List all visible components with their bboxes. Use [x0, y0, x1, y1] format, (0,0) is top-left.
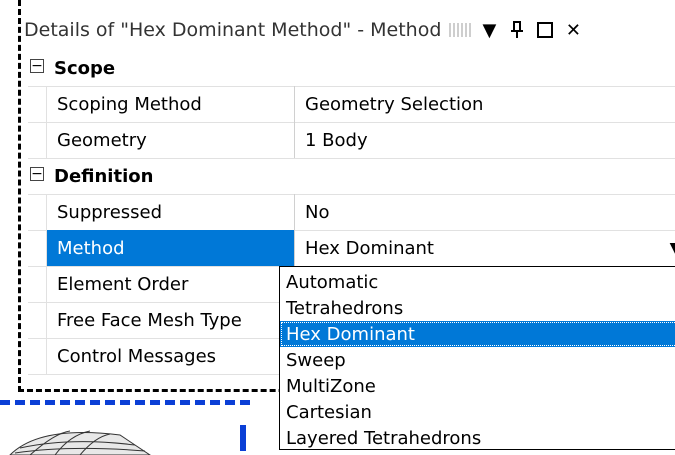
panel-title: Details of "Hex Dominant Method" - Metho… — [24, 19, 442, 41]
property-value[interactable]: 1 Body — [294, 122, 675, 158]
property-name: Control Messages — [46, 338, 294, 374]
method-dropdown-list[interactable]: Automatic Tetrahedrons Hex Dominant Swee… — [279, 266, 675, 450]
chevron-down-icon[interactable]: ▼ — [479, 19, 499, 41]
property-name: Scoping Method — [46, 86, 294, 122]
dropdown-option-automatic[interactable]: Automatic — [286, 269, 675, 295]
property-name: Suppressed — [46, 194, 294, 230]
section-scope[interactable]: − Scope — [28, 50, 675, 87]
dropdown-option-hex-dominant[interactable]: Hex Dominant — [280, 321, 675, 347]
property-name: Free Face Mesh Type — [46, 302, 294, 338]
property-name: Geometry — [46, 122, 294, 158]
method-select-value: Hex Dominant — [305, 237, 434, 259]
dropdown-option-multizone[interactable]: MultiZone — [286, 373, 675, 399]
dropdown-option-tetrahedrons[interactable]: Tetrahedrons — [286, 295, 675, 321]
maximize-icon[interactable] — [535, 19, 555, 41]
property-row-scoping-method[interactable]: Scoping Method Geometry Selection — [28, 86, 675, 123]
property-name: Element Order — [46, 266, 294, 302]
property-row-geometry[interactable]: Geometry 1 Body — [28, 122, 675, 159]
close-icon[interactable]: ✕ — [563, 19, 583, 41]
property-value[interactable]: Geometry Selection — [294, 86, 675, 122]
property-value[interactable]: No — [294, 194, 675, 230]
property-row-suppressed[interactable]: Suppressed No — [28, 194, 675, 231]
dropdown-arrow-icon[interactable]: ▼ — [666, 238, 675, 258]
annotation-marker — [240, 425, 246, 451]
section-definition[interactable]: − Definition — [28, 158, 675, 195]
collapse-icon[interactable]: − — [30, 167, 44, 181]
pin-icon[interactable] — [507, 19, 527, 41]
property-row-method[interactable]: Method Hex Dominant ▼ — [28, 230, 675, 267]
section-label: Definition — [54, 165, 154, 187]
mesh-preview-icon — [9, 430, 151, 455]
collapse-icon[interactable]: − — [30, 59, 44, 73]
method-select[interactable]: Hex Dominant ▼ — [294, 230, 675, 266]
annotation-dashed-line — [0, 400, 250, 405]
dropdown-option-sweep[interactable]: Sweep — [286, 347, 675, 373]
section-label: Scope — [54, 57, 116, 79]
dropdown-option-cartesian[interactable]: Cartesian — [286, 399, 675, 425]
details-titlebar: Details of "Hex Dominant Method" - Metho… — [24, 10, 675, 50]
dropdown-option-layered-tetrahedrons[interactable]: Layered Tetrahedrons — [286, 425, 675, 451]
grip-icon[interactable] — [449, 23, 472, 37]
property-name: Method — [46, 230, 294, 266]
